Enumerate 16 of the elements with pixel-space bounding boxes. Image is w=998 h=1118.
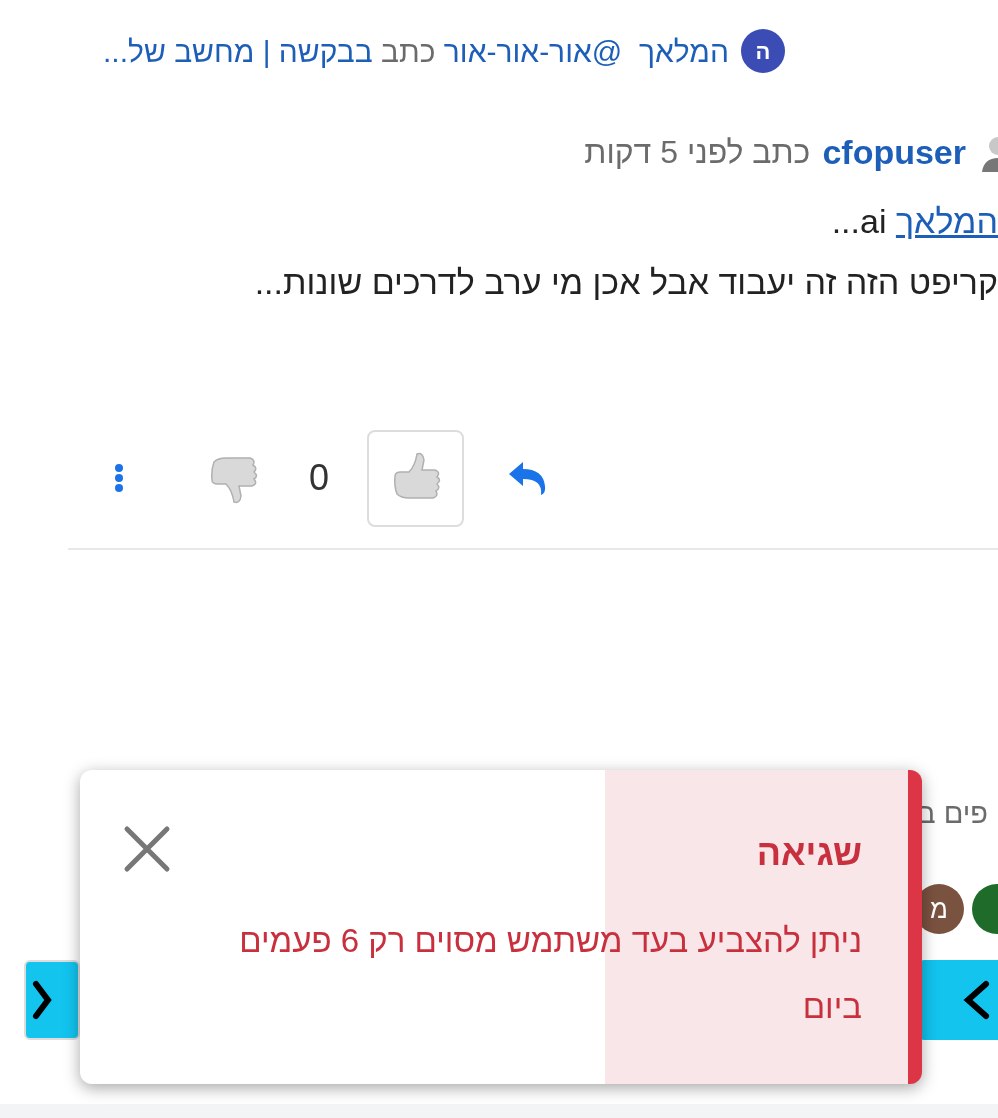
- breadcrumb-text: המלאך @אור-אור-אור כתב בבקשה | מחשב של...: [103, 33, 729, 70]
- close-button[interactable]: [122, 824, 172, 874]
- toast-title: שגיאה: [755, 831, 862, 875]
- chevron-icon: [962, 980, 990, 1020]
- post-meta: כתב לפני 5 דקות: [584, 133, 811, 172]
- more-icon: [113, 463, 124, 493]
- reply-icon: [507, 460, 547, 496]
- author-link[interactable]: cfopuser: [822, 132, 966, 171]
- vote-count: 0: [308, 456, 329, 500]
- close-icon: [123, 825, 171, 873]
- post-text: קריפט הזה זה יעבוד אבל אכן מי ערב לדרכים שונות...: [254, 262, 998, 303]
- chevron-icon: [32, 980, 52, 1020]
- toast-message: ניתן להצביע בעד משתמש מסוים רק 6 פעמים ביום: [238, 921, 862, 1027]
- scroll-button[interactable]: [24, 960, 80, 1040]
- mention-link[interactable]: המלאך: [895, 202, 998, 240]
- avatar[interactable]: ה: [741, 29, 785, 73]
